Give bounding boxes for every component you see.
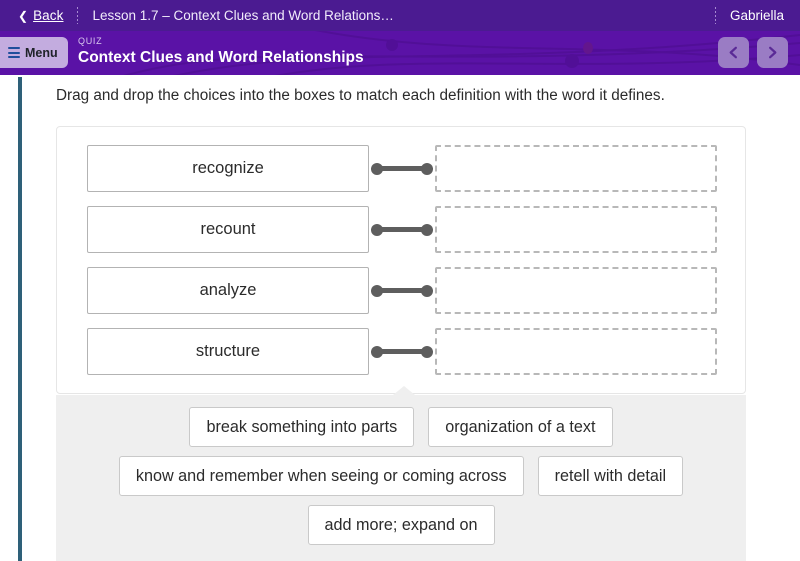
word-box[interactable]: analyze (87, 267, 369, 314)
drop-zone[interactable] (435, 267, 717, 314)
left-progress-rail (18, 77, 22, 561)
choice-row: break something into parts organization … (189, 407, 613, 447)
choice-chip[interactable]: add more; expand on (307, 505, 495, 545)
word-box[interactable]: recount (87, 206, 369, 253)
choices-tray: break something into parts organization … (56, 386, 746, 561)
next-button[interactable] (757, 37, 788, 68)
quiz-nav-buttons (718, 37, 788, 68)
match-rows: recognize recount analyze structure (87, 145, 717, 389)
quiz-title: Context Clues and Word Relationships (78, 49, 364, 66)
connector-icon (369, 145, 435, 192)
dotted-divider-right (714, 7, 716, 24)
match-row: recognize (87, 145, 717, 192)
connector-icon (369, 206, 435, 253)
drop-zone[interactable] (435, 206, 717, 253)
menu-button[interactable]: Menu (0, 37, 68, 68)
choice-row: add more; expand on (307, 505, 495, 545)
connector-icon (369, 328, 435, 375)
match-row: structure (87, 328, 717, 375)
match-row: recount (87, 206, 717, 253)
dotted-divider (77, 7, 79, 24)
word-box[interactable]: structure (87, 328, 369, 375)
quiz-header-bar: Menu QUIZ Context Clues and Word Relatio… (0, 31, 800, 75)
previous-button[interactable] (718, 37, 749, 68)
choice-chip[interactable]: break something into parts (189, 407, 415, 447)
top-navigation-bar: ❮ Back Lesson 1.7 – Context Clues and Wo… (0, 0, 800, 31)
topbar-right-group: Gabriella (701, 0, 800, 31)
menu-button-label: Menu (25, 45, 58, 60)
topbar-left-group: ❮ Back Lesson 1.7 – Context Clues and Wo… (0, 7, 394, 24)
word-box[interactable]: recognize (87, 145, 369, 192)
quiz-kicker-label: QUIZ (78, 36, 103, 46)
choice-row: know and remember when seeing or coming … (118, 456, 684, 496)
quiz-page: ❮ Back Lesson 1.7 – Context Clues and Wo… (0, 0, 800, 561)
quiz-content-area: Drag and drop the choices into the boxes… (56, 77, 800, 561)
back-button[interactable]: ❮ Back (18, 8, 63, 23)
back-button-label: Back (33, 8, 64, 23)
choice-chips: break something into parts organization … (56, 395, 746, 545)
choice-chip[interactable]: organization of a text (428, 407, 613, 447)
tray-pointer-notch (393, 386, 415, 395)
instruction-text: Drag and drop the choices into the boxes… (56, 87, 665, 104)
lesson-title: Lesson 1.7 – Context Clues and Word Rela… (92, 8, 394, 23)
connector-icon (369, 267, 435, 314)
match-row: analyze (87, 267, 717, 314)
choice-chip[interactable]: know and remember when seeing or coming … (118, 456, 524, 496)
chevron-right-icon (769, 46, 777, 59)
user-name[interactable]: Gabriella (730, 8, 784, 23)
quiz-heading-group: QUIZ Context Clues and Word Relationship… (78, 36, 364, 67)
choice-chip[interactable]: retell with detail (537, 456, 684, 496)
drop-zone[interactable] (435, 328, 717, 375)
chevron-left-icon: ❮ (18, 8, 29, 23)
matching-card: recognize recount analyze structure (56, 126, 746, 394)
drop-zone[interactable] (435, 145, 717, 192)
chevron-left-icon (729, 46, 737, 59)
hamburger-list-icon (8, 47, 20, 58)
